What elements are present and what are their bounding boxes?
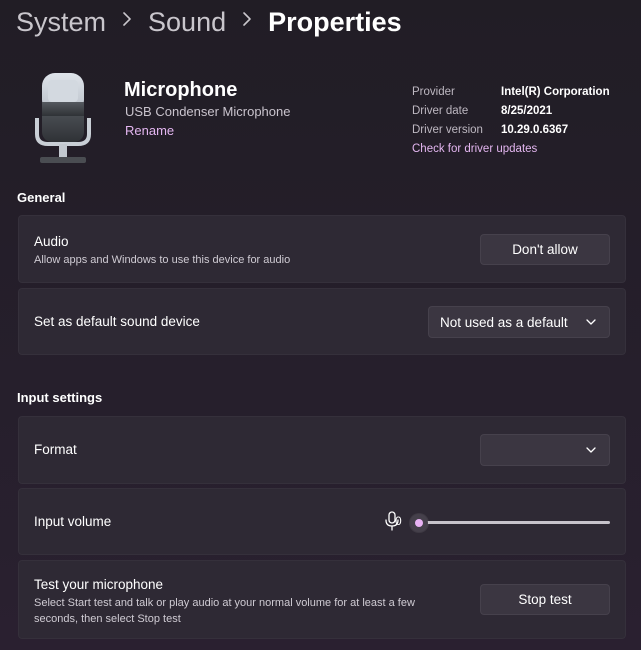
device-name: Microphone bbox=[124, 79, 238, 101]
default-device-card: Set as default sound device Not used as … bbox=[18, 288, 626, 355]
chevron-right-icon bbox=[122, 11, 132, 32]
chevron-down-icon bbox=[586, 447, 596, 453]
driver-version-value: 10.29.0.6367 bbox=[501, 123, 569, 136]
breadcrumb-sound[interactable]: Sound bbox=[148, 7, 226, 38]
breadcrumb: System Sound Properties bbox=[16, 2, 402, 42]
section-title-general: General bbox=[17, 190, 66, 205]
dont-allow-button[interactable]: Don't allow bbox=[480, 234, 610, 265]
input-volume-slider-track[interactable] bbox=[419, 521, 610, 524]
page-title: Properties bbox=[268, 6, 402, 37]
format-card: Format bbox=[18, 416, 626, 484]
test-microphone-card: Test your microphone Select Start test a… bbox=[18, 560, 626, 639]
rename-link[interactable]: Rename bbox=[125, 123, 174, 138]
default-device-dropdown[interactable]: Not used as a default bbox=[428, 306, 610, 338]
test-microphone-description: Select Start test and talk or play audio… bbox=[34, 597, 415, 625]
audio-card: Audio Allow apps and Windows to use this… bbox=[18, 215, 626, 283]
input-volume-slider-thumb[interactable] bbox=[410, 514, 428, 532]
device-header: Microphone USB Condenser Microphone Rena… bbox=[0, 60, 641, 170]
driver-date-row: Driver date 8/25/2021 bbox=[412, 101, 637, 120]
chevron-right-icon bbox=[242, 11, 252, 32]
section-title-input-settings: Input settings bbox=[17, 390, 103, 405]
chevron-down-icon bbox=[586, 319, 596, 325]
microphone-icon bbox=[35, 73, 91, 163]
driver-provider-row: Provider Intel(R) Corporation bbox=[412, 82, 637, 101]
format-dropdown[interactable] bbox=[480, 434, 610, 466]
default-device-title: Set as default sound device bbox=[34, 314, 200, 329]
driver-version-row: Driver version 10.29.0.6367 bbox=[412, 120, 637, 139]
driver-version-label: Driver version bbox=[412, 123, 483, 136]
default-device-selected: Not used as a default bbox=[440, 314, 568, 330]
driver-date-value: 8/25/2021 bbox=[501, 104, 553, 117]
audio-title: Audio bbox=[34, 234, 69, 249]
device-subtitle: USB Condenser Microphone bbox=[125, 104, 291, 119]
provider-label: Provider bbox=[412, 85, 455, 98]
format-title: Format bbox=[34, 442, 77, 457]
audio-description: Allow apps and Windows to use this devic… bbox=[34, 254, 291, 266]
check-driver-updates-link[interactable]: Check for driver updates bbox=[412, 139, 637, 158]
driver-date-label: Driver date bbox=[412, 104, 469, 117]
driver-info: Provider Intel(R) Corporation Driver dat… bbox=[412, 82, 637, 158]
input-volume-card: Input volume 0 bbox=[18, 488, 626, 555]
breadcrumb-system[interactable]: System bbox=[16, 7, 106, 38]
input-volume-title: Input volume bbox=[34, 514, 112, 529]
provider-value: Intel(R) Corporation bbox=[501, 85, 610, 98]
stop-test-button[interactable]: Stop test bbox=[480, 584, 610, 615]
test-microphone-title: Test your microphone bbox=[34, 577, 164, 592]
input-volume-value: 0 bbox=[395, 514, 402, 528]
